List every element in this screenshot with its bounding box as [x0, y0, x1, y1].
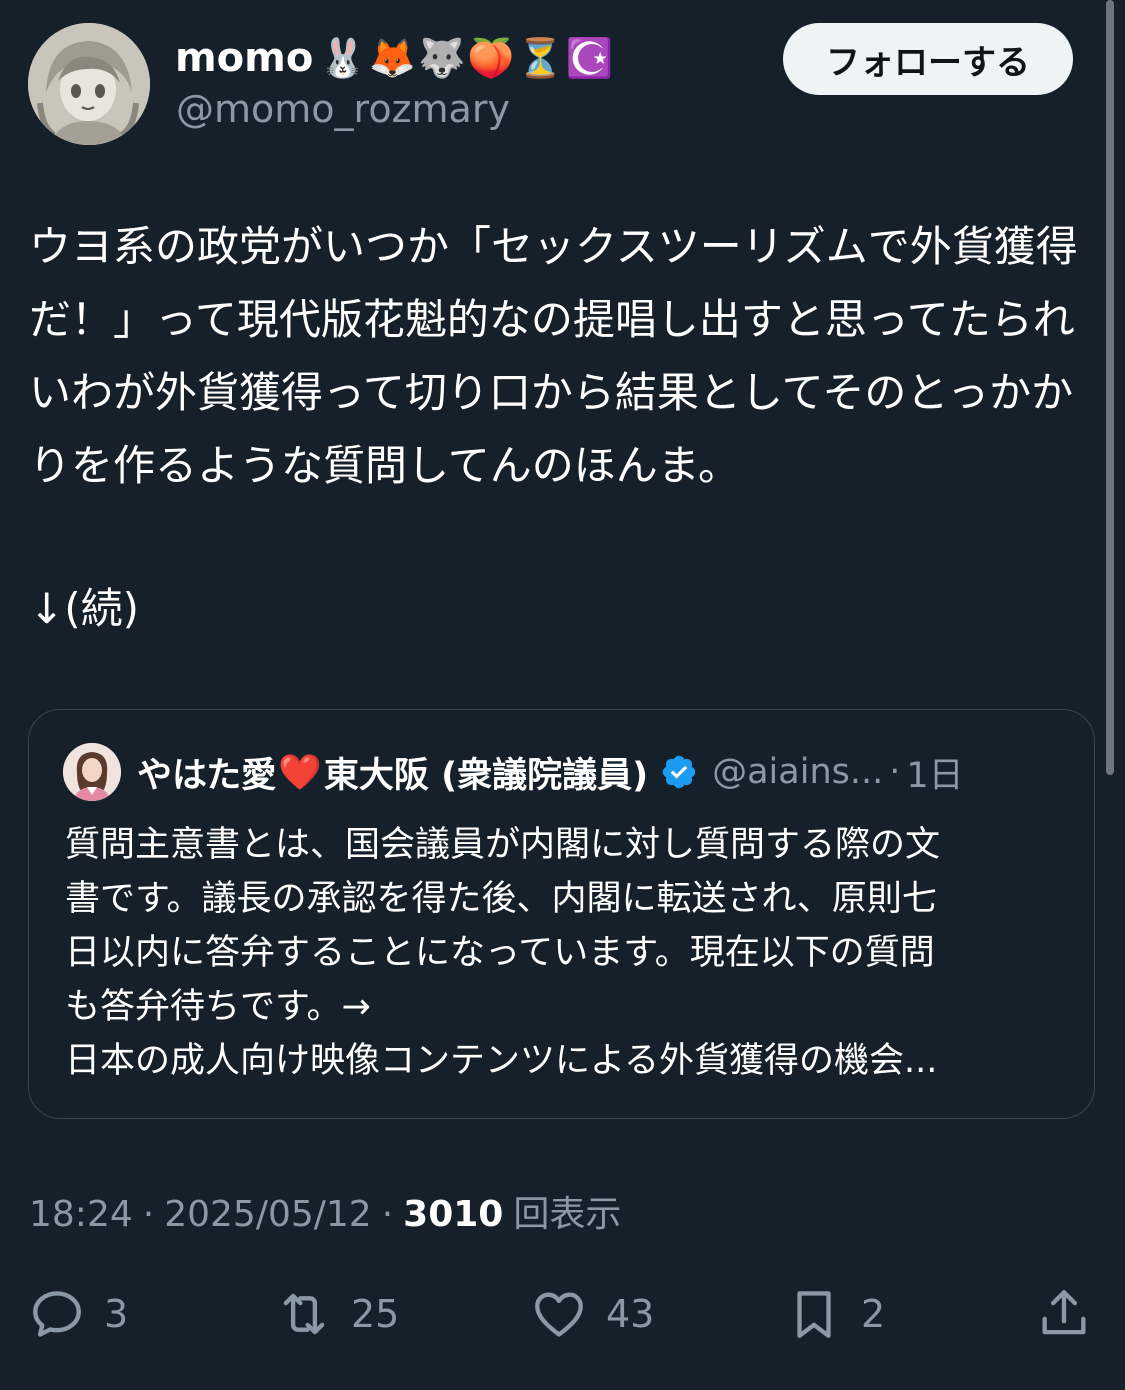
scrollbar[interactable]	[1106, 0, 1114, 775]
retweet-count: 25	[351, 1292, 400, 1336]
author-name-emojis: 🐰🦊🐺🍑⏳☪️	[319, 36, 616, 80]
meta-separator: ·	[142, 1194, 155, 1235]
quoted-text-line: 日本の成人向け映像コンテンツによる外貨獲得の機会...	[65, 1041, 938, 1081]
quoted-tweet-text: 質問主意書とは、国会議員が内閣に対し質問する際の文 書です。議長の承認を得た後、…	[65, 818, 1055, 1088]
like-count: 43	[606, 1292, 655, 1336]
anime-girl-avatar-icon	[28, 23, 150, 145]
bookmark-count: 2	[861, 1292, 886, 1336]
quoted-timestamp: 1日	[906, 755, 964, 796]
verified-badge-icon	[662, 755, 696, 789]
quoted-text-line: 質問主意書とは、国会議員が内閣に対し質問する際の文	[65, 825, 941, 865]
share-icon	[1042, 1290, 1086, 1335]
heart-emoji: ❤️	[278, 752, 322, 793]
retweet-button[interactable]: 25	[275, 1282, 399, 1346]
meta-separator: ·	[381, 1194, 394, 1235]
follow-button[interactable]: フォローする	[783, 23, 1073, 95]
quoted-tweet-header: やはた愛 ❤️ 東大阪 (衆議院議員) @aiains... · 1日	[137, 742, 964, 802]
reply-icon	[33, 1291, 81, 1337]
bookmark-button[interactable]: 2	[785, 1282, 885, 1346]
author-avatar[interactable]	[28, 23, 150, 145]
retweet-icon	[283, 1293, 325, 1335]
author-name-row[interactable]: momo 🐰🦊🐺🍑⏳☪️	[175, 28, 615, 88]
heart-icon	[535, 1292, 583, 1337]
bookmark-icon	[797, 1291, 831, 1338]
like-button[interactable]: 43	[530, 1282, 654, 1346]
quoted-author-name-suffix: 東大阪 (衆議院議員)	[323, 755, 649, 796]
share-button[interactable]	[1035, 1282, 1093, 1346]
quoted-text-line: 日以内に答弁することになっています。現在以下の質問	[65, 933, 935, 973]
quoted-separator: ·	[889, 752, 901, 792]
tweet-meta: 18:24 · 2025/05/12 · 3010 回表示	[29, 1190, 621, 1240]
views-label: 回表示	[513, 1194, 622, 1235]
reply-count: 3	[104, 1292, 129, 1336]
tweet-continue-text: ↓(続)	[29, 584, 139, 633]
quoted-author-avatar[interactable]	[63, 743, 121, 801]
author-display-name[interactable]: momo	[175, 28, 313, 88]
quoted-text-line: も答弁待ちです。→	[65, 987, 371, 1027]
reply-button[interactable]: 3	[28, 1282, 128, 1346]
quoted-author-name: やはた愛	[137, 755, 277, 796]
tweet-time[interactable]: 18:24	[29, 1190, 133, 1240]
views-count: 3010	[403, 1194, 504, 1235]
tweet-text: ウヨ系の政党がいつか「セックスツーリズムで外貨獲得だ！」って現代版花魁的なの提唱…	[29, 222, 1078, 490]
quoted-text-line: 書です。議長の承認を得た後、内閣に転送され、原則七	[65, 879, 937, 919]
tweet-action-bar: 3 25 43 2	[0, 1282, 1125, 1346]
quoted-tweet-card[interactable]: やはた愛 ❤️ 東大阪 (衆議院議員) @aiains... · 1日 質問主意…	[28, 709, 1095, 1119]
quoted-author-handle: @aiains...	[712, 752, 884, 792]
woman-portrait-avatar-icon	[63, 743, 121, 801]
tweet-date[interactable]: 2025/05/12	[164, 1190, 372, 1240]
author-handle[interactable]: @momo_rozmary	[176, 86, 510, 132]
